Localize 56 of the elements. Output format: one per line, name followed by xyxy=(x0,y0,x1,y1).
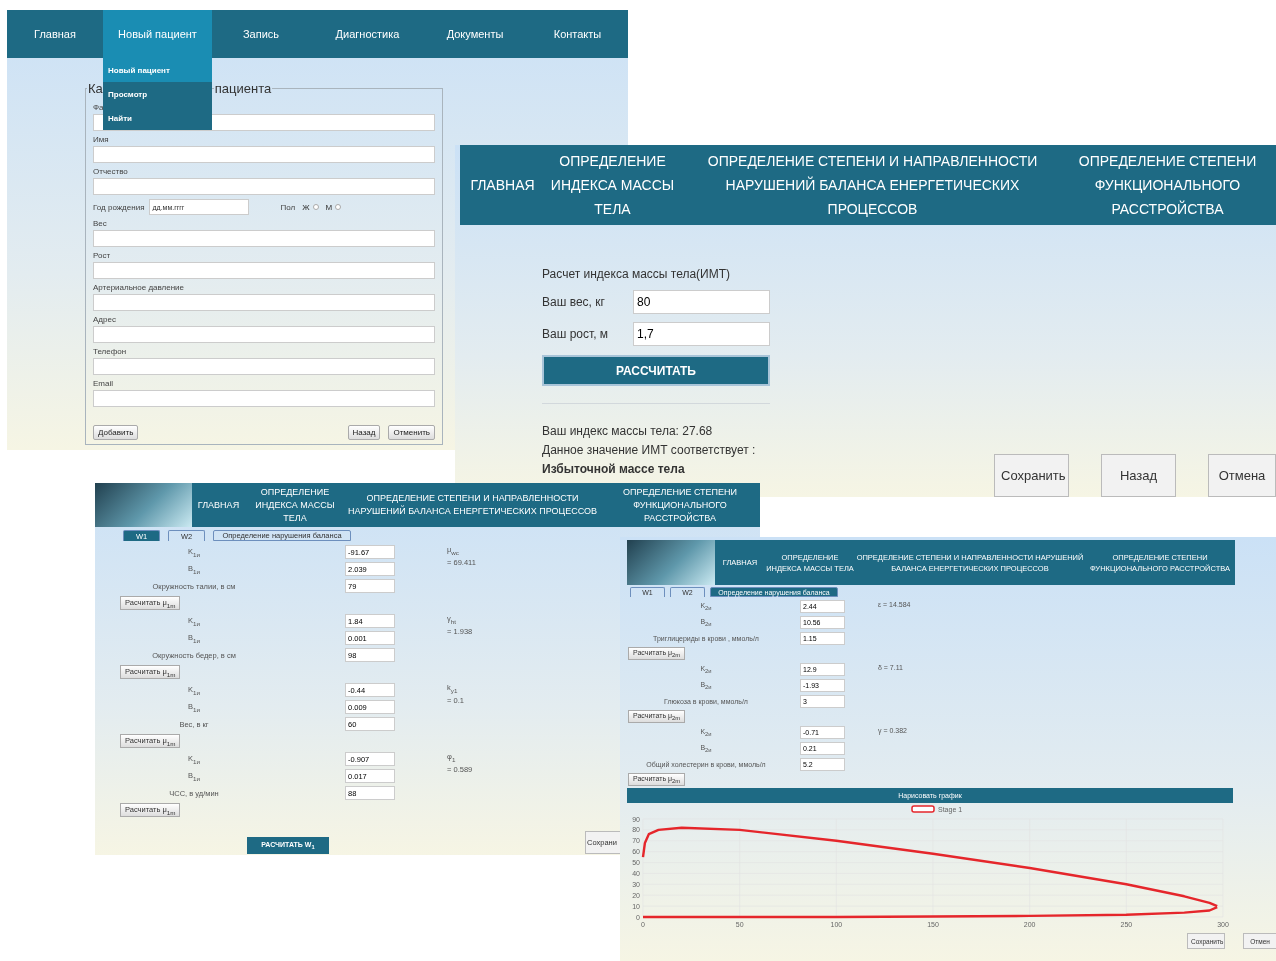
field-label: Ваш вес, кг xyxy=(542,295,606,309)
result-text: Ваш индекс массы тела: 27.68 xyxy=(542,423,714,440)
form-title: Ка xyxy=(87,81,104,96)
nav-link[interactable]: ОПРЕДЕЛЕНИЕ СТЕПЕНИ И НАПРАВЛЕННОСТИ НАРУШЕНИЙ БАЛАНСА ЕНЕРГЕТИЧЕСКИХ ПРОЦЕССОВ xyxy=(345,492,600,518)
action-button[interactable]: Назад xyxy=(1101,454,1176,497)
radio-button[interactable] xyxy=(335,204,342,210)
input-field[interactable] xyxy=(93,390,435,407)
field-label: Отчество xyxy=(93,167,129,176)
result-text: Данное значение ИМТ соответствует : xyxy=(542,442,757,459)
field-label: Ваш рост, м xyxy=(542,327,610,341)
nav-link[interactable]: ГЛАВНАЯ xyxy=(192,498,245,512)
action-button[interactable]: Сохранить xyxy=(994,454,1069,497)
nav-link[interactable]: ГЛАВНАЯ xyxy=(460,173,545,197)
field-label: Пол xyxy=(280,202,296,212)
nav-link[interactable]: Диагностика xyxy=(310,10,425,58)
field-label: Адрес xyxy=(93,315,117,324)
radio-label: М xyxy=(325,202,333,212)
nav-link[interactable]: ОПРЕДЕЛЕНИЕ СТЕПЕНИ И НАПРАВЛЕННОСТИ НАРУШЕНИЙ БАЛАНСА ЕНЕРГЕТИЧЕСКИХ ПРОЦЕССОВ xyxy=(680,149,1065,221)
form-button[interactable]: Отменить xyxy=(388,425,435,440)
field-label: Вес xyxy=(93,219,108,228)
input-field[interactable] xyxy=(93,178,435,195)
field-label: Рост xyxy=(93,251,112,260)
nav-link[interactable]: Запись xyxy=(212,10,310,58)
field-label: Год рождения xyxy=(93,202,145,212)
input-field[interactable] xyxy=(93,358,435,375)
menu-item[interactable]: Просмотр xyxy=(103,82,212,106)
field-label: Артериальное давление xyxy=(93,283,185,292)
section-title: Расчет индекса массы тела(ИМТ) xyxy=(542,267,732,281)
input-field[interactable] xyxy=(93,326,435,343)
menu-item[interactable]: Новый пациент xyxy=(103,58,212,82)
input-field[interactable] xyxy=(93,262,435,279)
field-label: Email xyxy=(93,379,114,388)
menu-item[interactable]: Найти xyxy=(103,106,212,130)
nav-link[interactable]: ОПРЕДЕЛЕНИЕ СТЕПЕНИ ФУНКЦИОНАЛЬНОГО РАССТРОЙСТВА xyxy=(1065,149,1270,221)
calculate-button[interactable]: РАССЧИТАТЬ xyxy=(542,355,770,386)
field-label: Имя xyxy=(93,135,110,144)
field-label: Фа xyxy=(93,103,105,112)
radio-label: Ж xyxy=(302,202,310,212)
field-label: Телефон xyxy=(93,347,128,356)
result-text: Избыточной массе тела xyxy=(542,461,686,478)
nav-link[interactable]: ОПРЕДЕЛЕНИЕ ИНДЕКСА МАССЫ ТЕЛА xyxy=(545,149,680,221)
input-field[interactable] xyxy=(93,294,435,311)
input-field[interactable] xyxy=(93,230,435,247)
action-button[interactable]: Отмена xyxy=(1208,454,1276,497)
input-field[interactable] xyxy=(93,146,435,163)
nav-link[interactable]: Главная xyxy=(7,10,103,58)
nav-link[interactable]: ОПРЕДЕЛЕНИЕ ИНДЕКСА МАССЫ ТЕЛА xyxy=(245,485,345,525)
input-field[interactable]: 80 xyxy=(633,290,770,314)
form-button[interactable]: Назад xyxy=(347,425,381,440)
nav-link[interactable]: Новый пациент xyxy=(103,10,212,58)
add-button[interactable]: Добавить xyxy=(93,425,139,440)
nav-link[interactable]: ОПРЕДЕЛЕНИЕ СТЕПЕНИ ФУНКЦИОНАЛЬНОГО РАССТРОЙСТВА xyxy=(600,485,760,525)
nav-link[interactable]: Документы xyxy=(425,10,525,58)
radio-button[interactable] xyxy=(312,204,319,210)
nav-link[interactable]: Контакты xyxy=(525,10,628,58)
input-field[interactable]: 1,7 xyxy=(633,322,770,346)
